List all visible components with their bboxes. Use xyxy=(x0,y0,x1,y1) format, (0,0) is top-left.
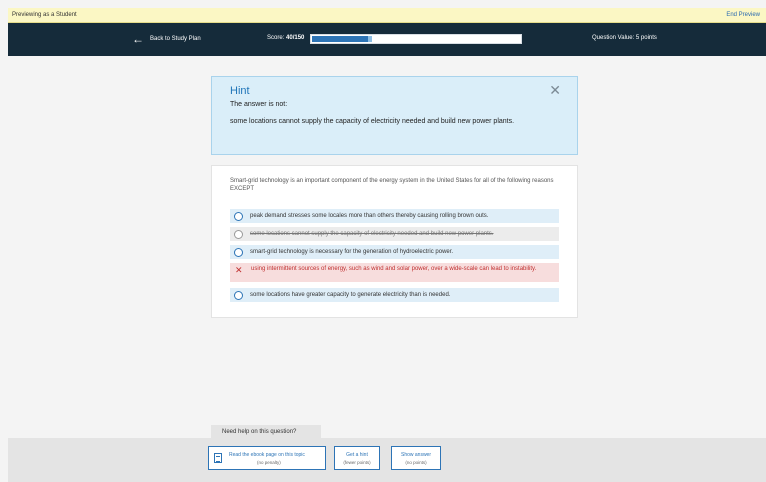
score-progress-bar xyxy=(310,34,522,44)
page: Previewing as a Student End Preview ← Ba… xyxy=(0,0,766,482)
answer-option-incorrect: ✕ using intermittent sources of energy, … xyxy=(230,263,559,282)
score-progress-fill xyxy=(312,36,368,42)
ebook-label: Read the ebook page on this topic xyxy=(229,452,305,458)
question-card: Smart-grid technology is an important co… xyxy=(211,165,578,318)
score-progress-pending xyxy=(368,36,372,42)
answer-option[interactable]: peak demand stresses some locales more t… xyxy=(230,209,559,223)
answer-option-label: peak demand stresses some locales more t… xyxy=(250,213,489,219)
preview-status: Previewing as a Student xyxy=(12,12,77,18)
radio-icon[interactable] xyxy=(234,247,243,257)
get-hint-button[interactable]: Get a hint (fewer points) xyxy=(334,446,380,470)
read-ebook-button[interactable]: Read the ebook page on this topic (no pe… xyxy=(208,446,326,470)
hint-text: some locations cannot supply the capacit… xyxy=(230,118,515,125)
answer-option[interactable]: some locations have greater capacity to … xyxy=(230,288,559,302)
ebook-sub: (no penalty) xyxy=(257,460,281,465)
answer-option-label: some locations have greater capacity to … xyxy=(250,292,451,298)
end-preview-link[interactable]: End Preview xyxy=(726,12,760,18)
hint-panel: Hint ✕ The answer is not: some locations… xyxy=(211,76,578,155)
help-label: Need help on this question? xyxy=(211,425,321,438)
back-arrow-icon: ← xyxy=(132,32,144,46)
answer-button-label: Show answer xyxy=(400,452,431,458)
score: Score: 40/150 xyxy=(267,35,304,41)
ebook-icon xyxy=(214,453,222,463)
answer-option-label: some locations cannot supply the capacit… xyxy=(250,231,494,237)
preview-bar: Previewing as a Student End Preview xyxy=(8,8,766,23)
close-icon[interactable]: ✕ xyxy=(549,82,561,99)
incorrect-x-icon: ✕ xyxy=(235,265,243,275)
radio-icon[interactable] xyxy=(234,211,243,221)
answer-option-label: smart-grid technology is necessary for t… xyxy=(250,249,454,255)
score-value: 40/150 xyxy=(286,35,305,41)
radio-icon[interactable] xyxy=(234,290,243,300)
back-to-study-plan-button[interactable]: ← Back to Study Plan xyxy=(132,33,201,45)
hint-button-label: Get a hint xyxy=(346,452,368,458)
answer-option-eliminated: some locations cannot supply the capacit… xyxy=(230,227,559,241)
question-value: Question Value: 5 points xyxy=(592,35,657,41)
answer-option-label: using intermittent sources of energy, su… xyxy=(251,266,537,272)
score-prefix: Score: xyxy=(267,35,285,41)
answer-option[interactable]: smart-grid technology is necessary for t… xyxy=(230,245,559,259)
question-text: Smart-grid technology is an important co… xyxy=(230,178,554,192)
radio-icon xyxy=(234,229,243,239)
show-answer-button[interactable]: Show answer (no points) xyxy=(391,446,441,470)
hint-button-sub: (fewer points) xyxy=(343,460,371,465)
help-bar: Read the ebook page on this topic (no pe… xyxy=(8,438,766,482)
header: ← Back to Study Plan Score: 40/150 Quest… xyxy=(8,23,766,56)
back-label: Back to Study Plan xyxy=(150,36,201,42)
answer-button-sub: (no points) xyxy=(405,460,427,465)
hint-subtitle: The answer is not: xyxy=(230,101,288,108)
hint-title: Hint xyxy=(230,85,250,97)
